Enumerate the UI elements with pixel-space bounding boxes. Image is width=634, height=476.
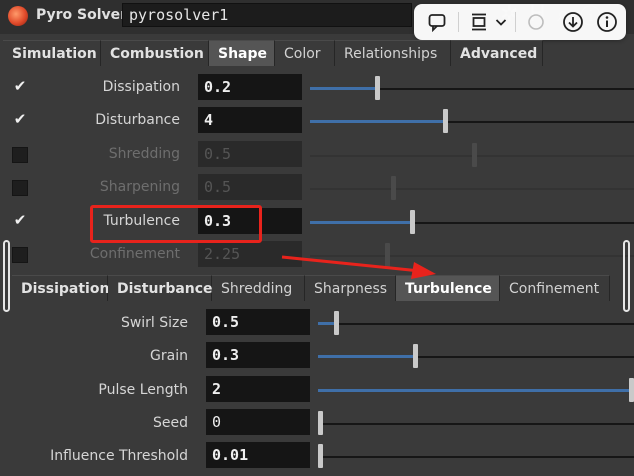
influence-threshold-slider[interactable] — [318, 444, 634, 468]
seed-slider[interactable] — [318, 411, 634, 435]
influence-threshold-field[interactable]: 0.01 — [206, 442, 310, 468]
swirl-size-field[interactable]: 0.5 — [206, 309, 310, 335]
swirl-size-slider[interactable] — [318, 311, 634, 335]
param-row-pulse-length: Pulse Length 2 — [0, 375, 634, 405]
param-row-influence-threshold: Influence Threshold 0.01 — [0, 441, 634, 471]
param-row-seed: Seed 0 — [0, 408, 634, 438]
pulse-length-slider-handle[interactable] — [629, 378, 634, 402]
pulse-length-slider-fill — [318, 389, 629, 392]
left-panel-resize-handle[interactable] — [3, 240, 10, 312]
seed-field[interactable]: 0 — [206, 409, 310, 435]
influence-threshold-slider-handle[interactable] — [318, 444, 323, 468]
grain-slider[interactable] — [318, 344, 634, 368]
grain-slider-handle[interactable] — [412, 344, 418, 368]
pulse-length-field[interactable]: 2 — [206, 376, 310, 402]
grain-field[interactable]: 0.3 — [206, 342, 310, 368]
swirl-size-slider-fill — [318, 322, 334, 325]
swirl-size-label: Swirl Size — [120, 315, 188, 331]
right-panel-resize-handle[interactable] — [623, 240, 630, 312]
param-row-swirl-size: Swirl Size 0.5 — [0, 308, 634, 338]
seed-label: Seed — [153, 415, 188, 431]
influence-threshold-label: Influence Threshold — [50, 448, 188, 464]
annotation-arrow-line — [281, 255, 421, 273]
swirl-size-slider-handle[interactable] — [333, 311, 339, 335]
pulse-length-label: Pulse Length — [98, 382, 188, 398]
annotation-arrow-head — [411, 262, 436, 279]
grain-label: Grain — [150, 348, 188, 364]
grain-slider-fill — [318, 355, 413, 358]
pulse-length-slider[interactable] — [318, 378, 634, 402]
param-row-grain: Grain 0.3 — [0, 341, 634, 371]
seed-slider-handle[interactable] — [318, 411, 323, 435]
